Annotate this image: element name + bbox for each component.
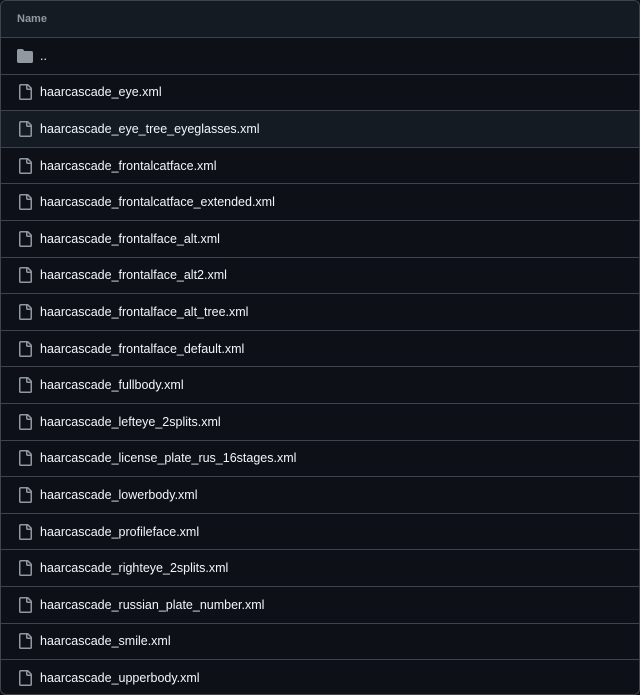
table-row[interactable]: haarcascade_frontalface_alt.xml	[1, 221, 639, 258]
file-name-link[interactable]: haarcascade_frontalcatface_extended.xml	[40, 195, 275, 209]
file-name-link[interactable]: haarcascade_license_plate_rus_16stages.x…	[40, 451, 296, 465]
table-row[interactable]: haarcascade_righteye_2splits.xml	[1, 550, 639, 587]
table-row[interactable]: haarcascade_fullbody.xml	[1, 367, 639, 404]
file-name-link[interactable]: haarcascade_frontalcatface.xml	[40, 159, 216, 173]
table-row[interactable]: haarcascade_frontalface_default.xml	[1, 331, 639, 368]
file-icon	[17, 523, 33, 540]
table-row[interactable]: haarcascade_eye.xml	[1, 75, 639, 112]
table-row[interactable]: haarcascade_frontalcatface.xml	[1, 148, 639, 185]
file-name-link[interactable]: haarcascade_lowerbody.xml	[40, 488, 198, 502]
name-column-header: Name	[17, 13, 47, 25]
file-icon	[17, 340, 33, 357]
table-row[interactable]: haarcascade_frontalface_alt_tree.xml	[1, 294, 639, 331]
file-name-link[interactable]: haarcascade_smile.xml	[40, 634, 171, 648]
file-name-link[interactable]: haarcascade_lefteye_2splits.xml	[40, 415, 221, 429]
file-icon	[17, 633, 33, 650]
file-name-link[interactable]: haarcascade_russian_plate_number.xml	[40, 598, 264, 612]
file-name-link[interactable]: haarcascade_frontalface_default.xml	[40, 342, 244, 356]
file-icon	[17, 670, 33, 687]
table-row[interactable]: haarcascade_frontalface_alt2.xml	[1, 258, 639, 295]
table-row[interactable]: haarcascade_lowerbody.xml	[1, 477, 639, 514]
table-row[interactable]: haarcascade_smile.xml	[1, 624, 639, 661]
file-icon	[17, 303, 33, 320]
file-icon	[17, 560, 33, 577]
file-icon	[17, 157, 33, 174]
file-icon	[17, 596, 33, 613]
file-name-link[interactable]: haarcascade_eye_tree_eyeglasses.xml	[40, 122, 260, 136]
file-name-link[interactable]: haarcascade_profileface.xml	[40, 525, 199, 539]
file-name-link[interactable]: haarcascade_righteye_2splits.xml	[40, 561, 228, 575]
file-icon	[17, 486, 33, 503]
file-icon	[17, 377, 33, 394]
file-icon	[17, 230, 33, 247]
parent-directory-link[interactable]: ..	[40, 49, 47, 63]
table-row[interactable]: haarcascade_eye_tree_eyeglasses.xml	[1, 111, 639, 148]
parent-directory-row[interactable]: ..	[1, 38, 639, 75]
table-row[interactable]: haarcascade_license_plate_rus_16stages.x…	[1, 441, 639, 478]
file-icon	[17, 120, 33, 137]
file-icon	[17, 84, 33, 101]
file-icon	[17, 413, 33, 430]
file-name-link[interactable]: haarcascade_frontalface_alt2.xml	[40, 268, 227, 282]
table-row[interactable]: haarcascade_russian_plate_number.xml	[1, 587, 639, 624]
file-name-link[interactable]: haarcascade_fullbody.xml	[40, 378, 184, 392]
file-icon	[17, 267, 33, 284]
file-name-link[interactable]: haarcascade_upperbody.xml	[40, 671, 200, 685]
folder-icon	[17, 48, 33, 64]
table-row[interactable]: haarcascade_lefteye_2splits.xml	[1, 404, 639, 441]
table-row[interactable]: haarcascade_frontalcatface_extended.xml	[1, 184, 639, 221]
file-name-link[interactable]: haarcascade_eye.xml	[40, 85, 162, 99]
file-name-link[interactable]: haarcascade_frontalface_alt_tree.xml	[40, 305, 248, 319]
table-row[interactable]: haarcascade_upperbody.xml	[1, 660, 639, 694]
table-row[interactable]: haarcascade_profileface.xml	[1, 514, 639, 551]
file-name-link[interactable]: haarcascade_frontalface_alt.xml	[40, 232, 220, 246]
file-icon	[17, 450, 33, 467]
file-list-table: Name .. haarcascade_eye.xml haarcascade_e…	[0, 0, 640, 695]
file-icon	[17, 194, 33, 211]
table-header: Name	[1, 1, 639, 38]
